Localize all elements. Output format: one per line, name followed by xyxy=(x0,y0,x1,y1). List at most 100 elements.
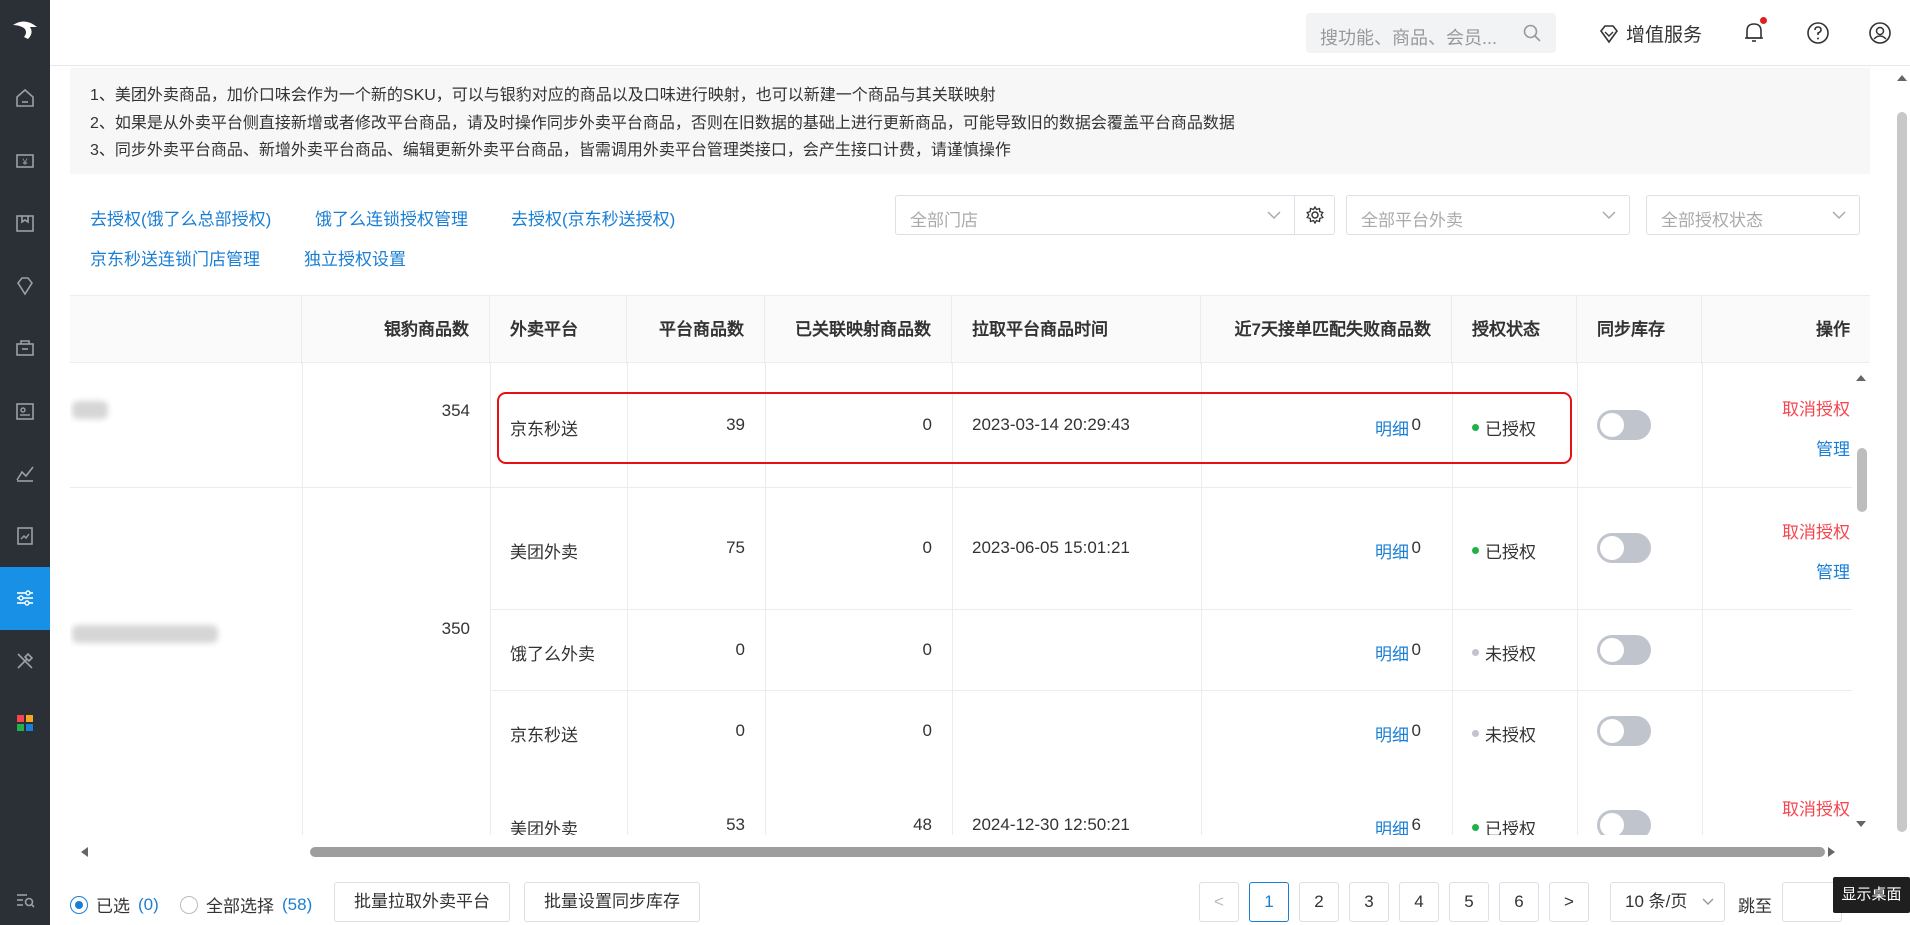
auth-status-select[interactable]: 全部授权状态 xyxy=(1646,195,1860,235)
platform-count: 53 xyxy=(726,815,745,834)
global-search[interactable]: 搜功能、商品、会员... xyxy=(1306,13,1556,53)
col-sync-stock: 同步库存 xyxy=(1577,296,1702,364)
app-logo[interactable] xyxy=(0,0,50,62)
table-vertical-scroll-thumb[interactable] xyxy=(1857,448,1867,512)
status-dot xyxy=(1472,547,1479,554)
col-pull-time: 拉取平台商品时间 xyxy=(952,296,1201,364)
col-actions: 操作 xyxy=(1816,320,1850,339)
platform-name: 美团外卖 xyxy=(510,543,578,562)
select-all-option[interactable]: 全部选择 (58) xyxy=(180,892,312,917)
chevron-down-icon xyxy=(1602,211,1616,220)
sidebar-item-cashier[interactable]: ¥ xyxy=(0,130,50,193)
sidebar-item-home[interactable] xyxy=(0,67,50,130)
scroll-up-icon[interactable] xyxy=(1897,74,1907,82)
sync-stock-toggle[interactable] xyxy=(1597,716,1651,746)
search-icon[interactable] xyxy=(1522,23,1542,43)
table-vertical-scrollbar[interactable] xyxy=(1852,368,1870,828)
page-5[interactable]: 5 xyxy=(1449,882,1489,922)
sidebar: ¥ xyxy=(0,0,50,925)
detail-link[interactable]: 明细 xyxy=(1375,640,1409,665)
select-all-count: (58) xyxy=(282,894,313,914)
platform-count: 0 xyxy=(735,640,745,659)
platform-name: 美团外卖 xyxy=(510,820,578,835)
page-6[interactable]: 6 xyxy=(1499,882,1539,922)
page-4[interactable]: 4 xyxy=(1399,882,1439,922)
batch-stock-button[interactable]: 批量设置同步库存 xyxy=(524,882,700,922)
notification-button[interactable] xyxy=(1743,17,1767,49)
independent-auth-link[interactable]: 独立授权设置 xyxy=(304,245,406,270)
vip-service-button[interactable]: 增值服务 xyxy=(1598,20,1702,47)
platform-select-value: 全部平台外卖 xyxy=(1361,211,1463,230)
sync-stock-toggle[interactable] xyxy=(1597,635,1651,665)
grid-line xyxy=(490,609,1852,610)
cancel-auth-link[interactable]: 取消授权 xyxy=(1742,518,1850,543)
detail-link[interactable]: 明细 xyxy=(1375,815,1409,835)
diamond-icon xyxy=(1599,24,1619,43)
tools-icon xyxy=(17,652,34,669)
sync-stock-toggle[interactable] xyxy=(1597,533,1651,563)
chevron-down-icon xyxy=(1267,211,1281,220)
scroll-right-icon[interactable] xyxy=(1827,847,1836,857)
sidebar-item-finance[interactable] xyxy=(0,505,50,568)
chevron-down-icon xyxy=(1832,211,1846,220)
grid-line xyxy=(1702,363,1703,835)
auth-status-text: 已授权 xyxy=(1485,820,1536,835)
detail-link[interactable]: 明细 xyxy=(1375,538,1409,563)
scroll-up-icon[interactable] xyxy=(1856,374,1866,382)
page-vertical-scroll-thumb[interactable] xyxy=(1897,112,1907,832)
cashier-icon: ¥ xyxy=(16,153,34,168)
store-name-blurred xyxy=(72,625,218,643)
sync-stock-toggle[interactable] xyxy=(1597,810,1651,835)
manage-link-partial[interactable]: 管理 xyxy=(1742,833,1850,835)
svg-text:¥: ¥ xyxy=(21,157,28,167)
sidebar-item-staff[interactable] xyxy=(0,380,50,443)
page-1[interactable]: 1 xyxy=(1249,882,1289,922)
platform-select[interactable]: 全部平台外卖 xyxy=(1346,195,1630,235)
eleme-chain-link[interactable]: 饿了么连锁授权管理 xyxy=(315,205,468,230)
scroll-down-icon[interactable] xyxy=(1856,820,1866,828)
eleme-auth-link[interactable]: 去授权(饿了么总部授权) xyxy=(90,205,271,230)
prev-page-button[interactable]: < xyxy=(1199,882,1239,922)
gear-icon xyxy=(1305,205,1324,225)
manage-link[interactable]: 管理 xyxy=(1742,558,1850,583)
highlighted-row-outline xyxy=(497,392,1572,464)
selected-radio[interactable] xyxy=(70,895,88,914)
sidebar-item-members[interactable] xyxy=(0,255,50,318)
jd-auth-link[interactable]: 去授权(京东秒送授权) xyxy=(511,205,675,230)
sidebar-item-products[interactable] xyxy=(0,192,50,255)
sidebar-item-apps[interactable] xyxy=(0,692,50,755)
next-page-button[interactable]: > xyxy=(1549,882,1589,922)
sidebar-item-marketing[interactable] xyxy=(0,317,50,380)
sync-stock-toggle[interactable] xyxy=(1597,410,1651,440)
batch-pull-button[interactable]: 批量拉取外卖平台 xyxy=(334,882,510,922)
pull-time: 2024-12-30 12:50:21 xyxy=(972,815,1130,834)
cancel-auth-link[interactable]: 取消授权 xyxy=(1742,395,1850,420)
help-button[interactable] xyxy=(1806,21,1830,50)
sidebar-item-reports[interactable] xyxy=(0,442,50,505)
table-horizontal-scroll-thumb[interactable] xyxy=(310,847,1825,857)
sidebar-collapse[interactable] xyxy=(0,875,50,925)
sidebar-item-tools[interactable] xyxy=(0,630,50,693)
col-store xyxy=(70,296,302,364)
mapped-count: 48 xyxy=(913,815,932,834)
page-2[interactable]: 2 xyxy=(1299,882,1339,922)
page-size-select[interactable]: 10 条/页 xyxy=(1610,882,1725,922)
jd-chain-link[interactable]: 京东秒送连锁门店管理 xyxy=(90,245,260,270)
user-menu-button[interactable] xyxy=(1868,21,1892,50)
manage-link[interactable]: 管理 xyxy=(1742,435,1850,460)
sidebar-item-settings[interactable] xyxy=(0,567,50,630)
cancel-auth-link[interactable]: 取消授权 xyxy=(1742,795,1850,820)
detail-link[interactable]: 明细 xyxy=(1375,721,1409,746)
scroll-left-icon[interactable] xyxy=(80,847,89,857)
store-settings-button[interactable] xyxy=(1295,195,1335,235)
store-name-blurred xyxy=(72,401,108,419)
select-all-radio[interactable] xyxy=(180,895,198,914)
store-select[interactable]: 全部门店 xyxy=(895,195,1295,235)
status-dot xyxy=(1472,649,1479,656)
col-failed-count: 近7天接单匹配失败商品数 xyxy=(1201,296,1452,364)
page-3[interactable]: 3 xyxy=(1349,882,1389,922)
auth-status-select-value: 全部授权状态 xyxy=(1661,211,1763,230)
col-platform: 外卖平台 xyxy=(490,296,627,364)
selected-option[interactable]: 已选 (0) xyxy=(70,892,159,917)
platform-table: 银豹商品数 外卖平台 平台商品数 已关联映射商品数 拉取平台商品时间 近7天接单… xyxy=(70,295,1870,835)
